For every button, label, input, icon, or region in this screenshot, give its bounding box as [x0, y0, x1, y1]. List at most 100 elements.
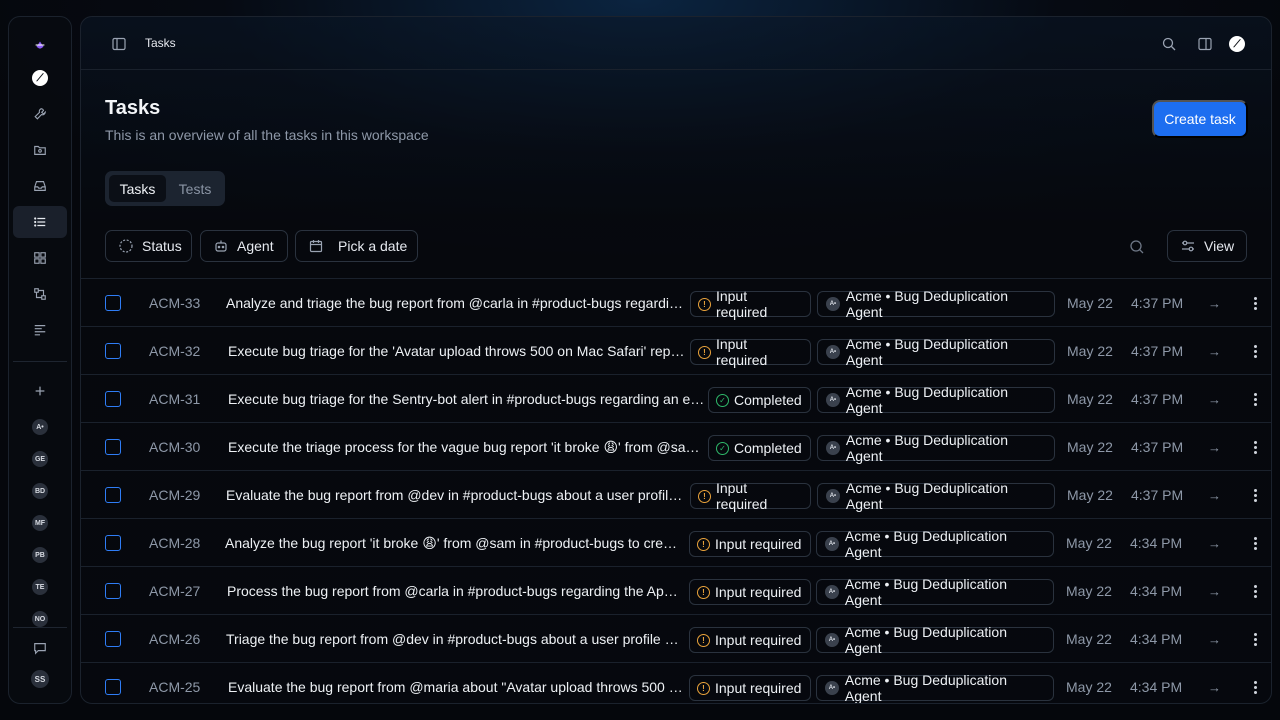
task-title[interactable]: Evaluate the bug report from @maria abou…	[228, 663, 684, 703]
grid-icon[interactable]	[13, 242, 67, 274]
view-options-button[interactable]: View	[1167, 230, 1247, 262]
chat-icon[interactable]	[13, 632, 67, 664]
date-filter-label: Pick a date	[338, 238, 408, 254]
open-arrow-icon[interactable]: →	[1208, 423, 1221, 471]
workspace-avatar[interactable]: PB	[32, 547, 48, 563]
status-label: Completed	[734, 440, 802, 456]
workflow-icon[interactable]	[13, 278, 67, 310]
alert-circle-icon: !	[697, 681, 710, 695]
agent-badge: A• Acme • Bug Deduplication Agent	[816, 576, 1054, 608]
open-arrow-icon[interactable]: →	[1208, 279, 1221, 327]
agent-name: Acme • Bug Deduplication Agent	[845, 384, 1008, 416]
task-title[interactable]: Triage the bug report from @dev in #prod…	[226, 615, 684, 663]
status-badge: ! Input required	[690, 480, 811, 512]
task-time: 4:34 PM	[1130, 631, 1183, 647]
app-logo-icon[interactable]: ⟋	[13, 62, 67, 94]
row-checkbox[interactable]	[105, 423, 121, 471]
more-menu-icon[interactable]	[1253, 471, 1257, 519]
table-row[interactable]: ACM-32 Execute bug triage for the 'Avatar…	[81, 326, 1271, 374]
workspace-avatar[interactable]: GE	[32, 451, 48, 467]
table-search-icon[interactable]	[1129, 239, 1145, 255]
row-checkbox[interactable]	[105, 327, 121, 375]
task-title[interactable]: Execute bug triage for the Sentry-bot al…	[228, 375, 705, 423]
text-align-icon[interactable]	[13, 314, 67, 346]
agent-filter-button[interactable]: Agent	[200, 230, 288, 262]
table-row[interactable]: ACM-26 Triage the bug report from @dev in…	[81, 614, 1271, 662]
tab-tests[interactable]: Tests	[170, 175, 220, 202]
agent-avatar: A•	[826, 393, 840, 407]
open-arrow-icon[interactable]: →	[1208, 663, 1221, 703]
agent-avatar: A•	[826, 345, 840, 359]
row-checkbox[interactable]	[105, 279, 121, 327]
folder-icon[interactable]	[13, 134, 67, 166]
agent-badge: A• Acme • Bug Deduplication Agent	[817, 480, 1055, 512]
table-row[interactable]: ACM-33 Analyze and triage the bug report …	[81, 278, 1271, 326]
task-date: May 22	[1067, 343, 1113, 359]
inbox-icon[interactable]	[13, 170, 67, 202]
row-checkbox[interactable]	[105, 471, 121, 519]
table-row[interactable]: ACM-25 Evaluate the bug report from @mari…	[81, 662, 1271, 703]
table-row[interactable]: ACM-27 Process the bug report from @carla…	[81, 566, 1271, 614]
wrench-icon[interactable]	[13, 98, 67, 130]
row-checkbox[interactable]	[105, 663, 121, 703]
panel-toggle-icon[interactable]	[1197, 36, 1213, 52]
task-date: May 22	[1066, 535, 1112, 551]
row-checkbox[interactable]	[105, 567, 121, 615]
table-row[interactable]: ACM-29 Evaluate the bug report from @dev …	[81, 470, 1271, 518]
task-title[interactable]: Execute bug triage for the 'Avatar uploa…	[228, 327, 685, 375]
status-badge: ! Input required	[689, 627, 811, 653]
workspace-avatar[interactable]: TE	[32, 579, 48, 595]
task-title[interactable]: Process the bug report from @carla in #p…	[227, 567, 685, 615]
status-label: Input required	[715, 680, 802, 696]
task-title[interactable]: Evaluate the bug report from @dev in #pr…	[226, 471, 688, 519]
more-menu-icon[interactable]	[1253, 279, 1257, 327]
open-arrow-icon[interactable]: →	[1208, 471, 1221, 519]
alert-circle-icon: !	[697, 537, 710, 551]
tasks-list-icon[interactable]	[13, 206, 67, 238]
more-menu-icon[interactable]	[1253, 567, 1257, 615]
workspace-avatar[interactable]: NO	[32, 611, 48, 627]
row-checkbox[interactable]	[105, 519, 121, 567]
calendar-icon	[309, 240, 323, 253]
open-arrow-icon[interactable]: →	[1208, 327, 1221, 375]
workspace-logo-icon[interactable]	[13, 29, 67, 61]
more-menu-icon[interactable]	[1253, 663, 1257, 703]
open-arrow-icon[interactable]: →	[1208, 519, 1221, 567]
workspace-avatar[interactable]: BD	[32, 483, 48, 499]
search-icon[interactable]	[1161, 36, 1177, 52]
table-row[interactable]: ACM-28 Analyze the bug report 'it broke 😩…	[81, 518, 1271, 566]
open-arrow-icon[interactable]: →	[1208, 375, 1221, 423]
agent-avatar: A•	[825, 681, 839, 695]
status-filter-button[interactable]: Status	[105, 230, 192, 262]
more-menu-icon[interactable]	[1253, 375, 1257, 423]
task-id: ACM-27	[149, 583, 201, 599]
add-icon[interactable]	[13, 375, 67, 407]
agent-name: Acme • Bug Deduplication Agent	[844, 528, 1007, 560]
task-title[interactable]: Analyze and triage the bug report from @…	[226, 279, 688, 327]
more-menu-icon[interactable]	[1253, 327, 1257, 375]
workspace-avatar[interactable]: A•	[32, 419, 48, 435]
table-row[interactable]: ACM-31 Execute bug triage for the Sentry-…	[81, 374, 1271, 422]
user-avatar[interactable]: SS	[31, 670, 49, 688]
workspace-avatar[interactable]: MF	[32, 515, 48, 531]
status-label: Input required	[715, 336, 768, 368]
task-time: 4:37 PM	[1131, 487, 1184, 503]
more-menu-icon[interactable]	[1253, 615, 1257, 663]
more-menu-icon[interactable]	[1253, 519, 1257, 567]
open-arrow-icon[interactable]: →	[1208, 567, 1221, 615]
row-checkbox[interactable]	[105, 615, 121, 663]
sidebar-toggle-icon[interactable]	[111, 36, 127, 52]
agent-name: Acme • Bug Deduplication Agent	[845, 336, 1008, 368]
more-menu-icon[interactable]	[1253, 423, 1257, 471]
task-id: ACM-26	[149, 631, 201, 647]
table-row[interactable]: ACM-30 Execute the triage process for the…	[81, 422, 1271, 470]
left-rail: ⟋ A• GE BD MF PB TE NO SS	[8, 16, 72, 704]
row-checkbox[interactable]	[105, 375, 121, 423]
open-arrow-icon[interactable]: →	[1208, 615, 1221, 663]
task-title[interactable]: Analyze the bug report 'it broke 😩' from…	[225, 519, 684, 567]
task-title[interactable]: Execute the triage process for the vague…	[228, 423, 705, 471]
assistant-logo-icon[interactable]: ⟋	[1229, 36, 1245, 52]
create-task-button[interactable]: Create task	[1152, 100, 1248, 138]
date-filter-button[interactable]: Pick a date	[295, 230, 418, 262]
tab-tasks[interactable]: Tasks	[109, 175, 166, 202]
